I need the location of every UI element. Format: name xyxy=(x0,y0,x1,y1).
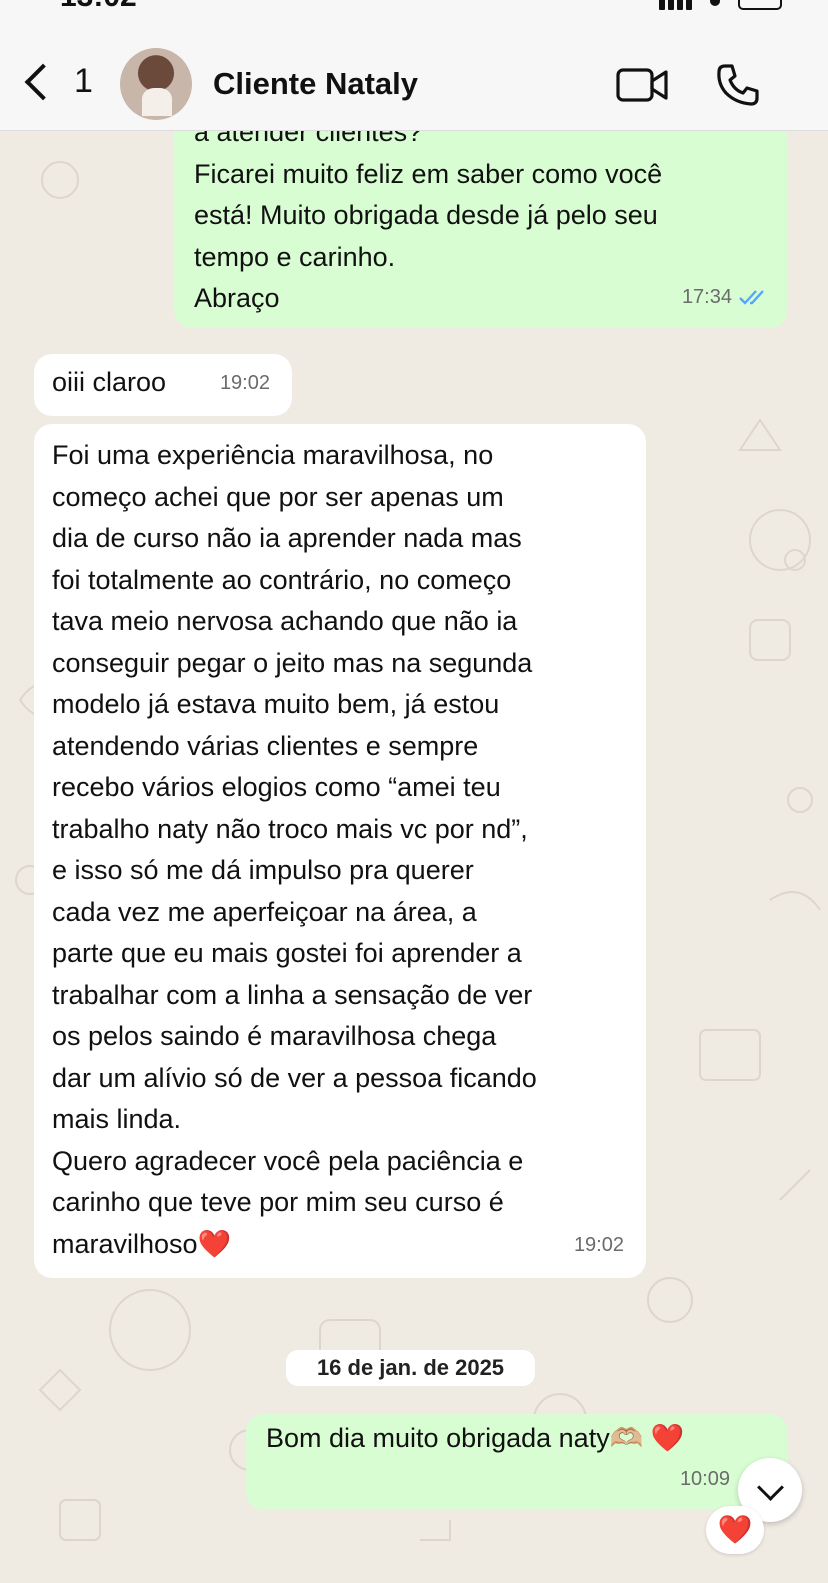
battery-icon xyxy=(738,0,782,10)
message-time: 17:34 xyxy=(681,285,732,308)
message-bubble-incoming[interactable]: Foi uma experiência maravilhosa, no come… xyxy=(34,424,646,1278)
chat-area[interactable]: a atender clientes? Ficarei muito feliz … xyxy=(0,130,828,1583)
message-meta: 17:34 xyxy=(682,277,770,319)
double-check-icon xyxy=(739,290,764,305)
phone-icon[interactable] xyxy=(716,63,760,107)
status-time: 13:02 xyxy=(60,0,137,12)
heart-emoji: ❤️ xyxy=(197,1228,232,1259)
message-bubble-outgoing[interactable]: Bom dia muito obrigada naty🫶🏼 ❤️ 10:09 xyxy=(246,1414,788,1510)
status-bar: 13:02 xyxy=(0,0,828,12)
message-meta: 10:09 xyxy=(680,1459,730,1501)
message-reaction[interactable]: ❤️ xyxy=(706,1506,764,1554)
hands-heart-emoji: 🫶🏼 ❤️ xyxy=(609,1423,685,1453)
contact-name[interactable]: Cliente Nataly xyxy=(213,66,418,102)
unread-count: 1 xyxy=(74,62,93,100)
message-time: 19:02 xyxy=(219,371,270,394)
date-separator: 16 de jan. de 2025 xyxy=(286,1350,535,1386)
message-time: 10:09 xyxy=(679,1467,730,1490)
chat-header: 1 Cliente Nataly xyxy=(0,12,828,131)
signal-icon xyxy=(659,0,692,10)
message-bubble-incoming[interactable]: oiii claroo 19:02 xyxy=(34,354,292,416)
message-time: 19:02 xyxy=(573,1233,624,1256)
chevron-down-icon xyxy=(757,1474,784,1501)
message-bubble-outgoing[interactable]: a atender clientes? Ficarei muito feliz … xyxy=(174,130,788,328)
message-text: Foi uma experiência maravilhosa, no come… xyxy=(52,440,537,1259)
message-meta: 19:02 xyxy=(220,363,270,405)
message-meta: 19:02 xyxy=(574,1225,624,1267)
video-camera-icon[interactable] xyxy=(616,67,668,103)
back-button[interactable]: 1 xyxy=(22,62,93,101)
chevron-left-icon xyxy=(24,63,62,100)
avatar[interactable] xyxy=(120,48,192,120)
wifi-icon xyxy=(710,0,720,6)
status-icons xyxy=(659,0,782,10)
message-text: Bom dia muito obrigada naty🫶🏼 ❤️ xyxy=(266,1423,685,1453)
